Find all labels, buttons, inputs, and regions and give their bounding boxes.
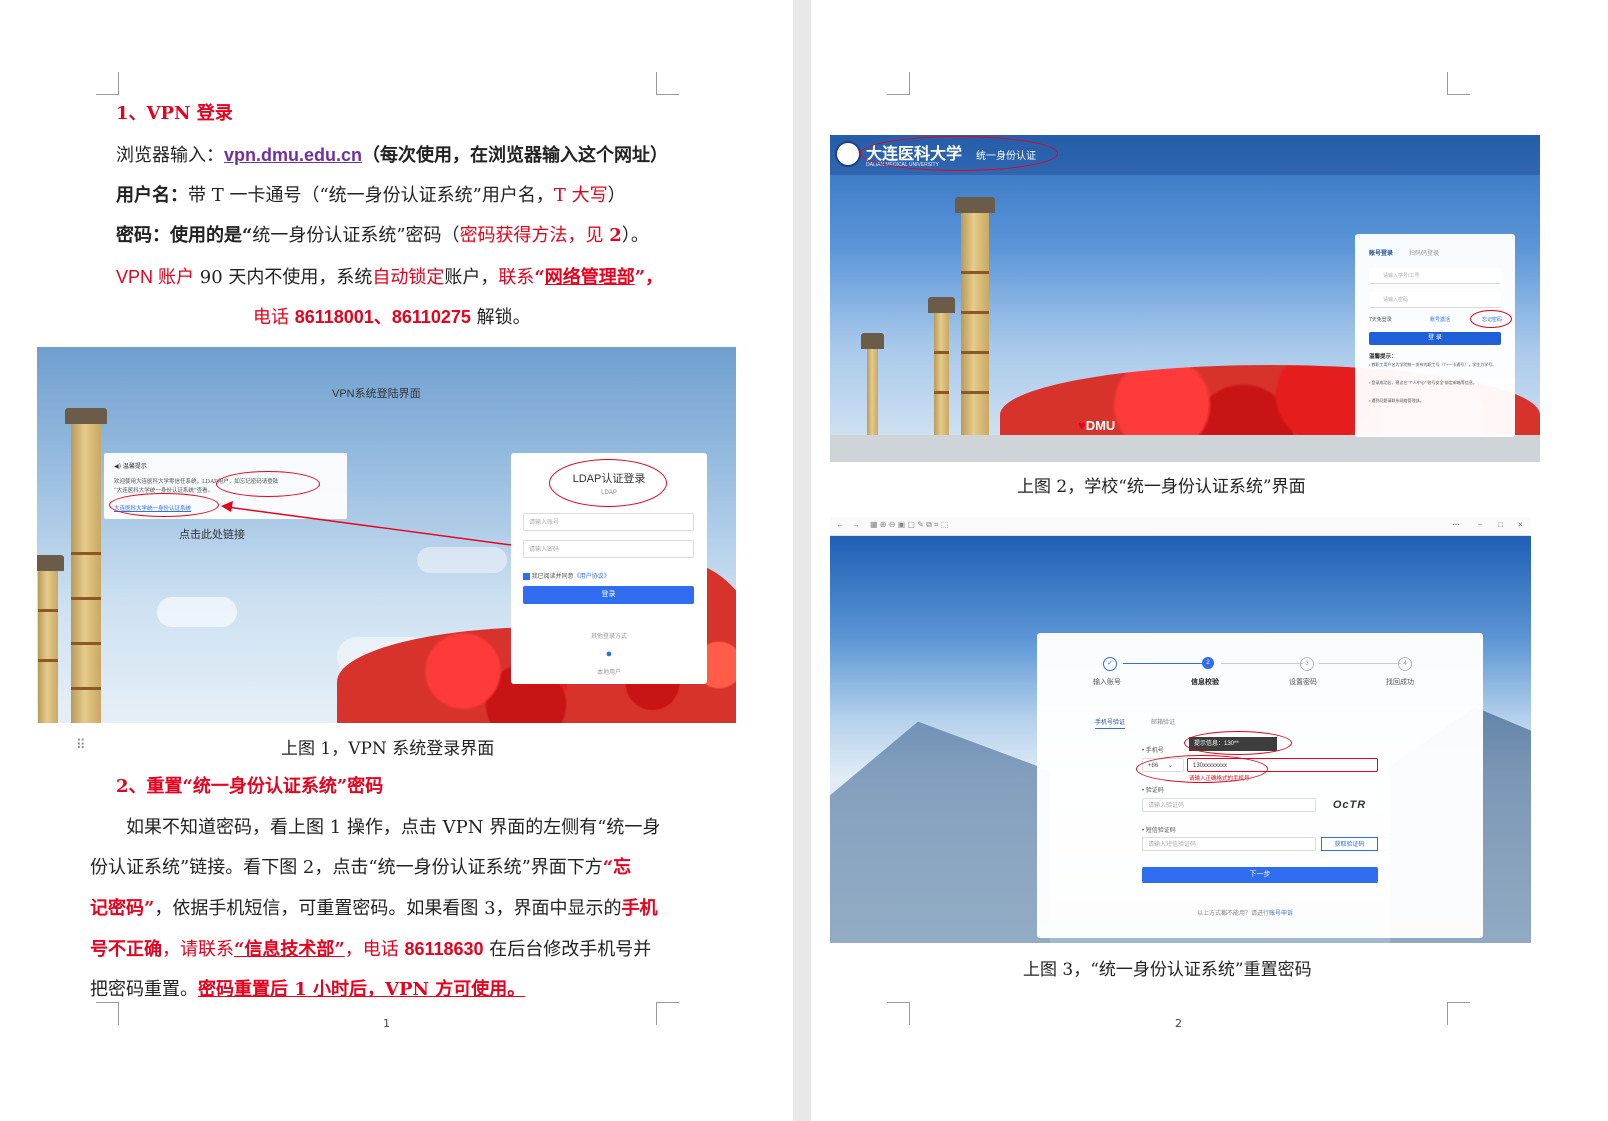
- more-icon[interactable]: ⋯: [1452, 520, 1460, 529]
- close-icon[interactable]: ×: [1518, 520, 1523, 529]
- tips-title: 温馨提示：: [1369, 354, 1397, 360]
- remember-me-checkbox[interactable]: 7天免登录: [1369, 316, 1392, 323]
- line-account-lock: VPN 账户 90 天内不使用，系统自动锁定账户，联系“网络管理部”，: [116, 267, 664, 288]
- local-account-label: 本地用户: [596, 670, 621, 676]
- pillar: [861, 333, 884, 441]
- appeal-footer: 以上方式都不能用？请进行账号申诉: [1197, 911, 1294, 917]
- university-logo-icon: [835, 141, 861, 167]
- figure-2-sso-screenshot: 大连医科大学 DALIAN MEDICAL UNIVERSITY 统一身份认证 …: [830, 135, 1540, 462]
- step-4-indicator: 4: [1398, 657, 1412, 671]
- line-unlock-phone: 电话 86118001、86110275 解锁。: [253, 307, 531, 328]
- activate-account-link[interactable]: 账号激活: [1430, 316, 1450, 323]
- section-2-title: 2、重置“统一身份认证系统”密码: [116, 776, 384, 797]
- next-step-button[interactable]: 下一步: [1142, 867, 1378, 883]
- crop-mark: [1447, 1002, 1470, 1025]
- other-methods-label: 其他登录方式: [590, 634, 627, 640]
- step-2-label: 信息校验: [1191, 679, 1219, 686]
- phone-label: • 手机号: [1142, 748, 1164, 754]
- step-1-check-icon: ✓: [1103, 657, 1117, 671]
- figure-3-reset-screenshot: ← → ▦ ⊕ ⊖ ▣ ▢ ✎ ⧉ ⌗ ⬚ ⋯ – □ × ✓ 2 3 4 输入…: [830, 517, 1531, 943]
- page-gap: [793, 0, 811, 1121]
- minimize-icon[interactable]: –: [1478, 520, 1482, 529]
- crop-mark: [887, 72, 910, 95]
- username-input[interactable]: 请输入学号/工号: [1369, 268, 1501, 284]
- toolbar-tools-icon[interactable]: ▦ ⊕ ⊖ ▣ ▢ ✎ ⧉ ⌗ ⬚: [870, 520, 948, 530]
- back-icon[interactable]: ←: [836, 520, 844, 529]
- annotation-circle: [1470, 310, 1512, 328]
- page-number: 2: [1175, 1017, 1182, 1030]
- account-appeal-link[interactable]: 账号申诉: [1269, 911, 1293, 917]
- dmu-sign: ♥DMU: [1078, 418, 1116, 433]
- captcha-input[interactable]: 请输入验证码: [1142, 798, 1316, 812]
- figure-1-caption: 上图 1，VPN 系统登录界面: [281, 739, 495, 759]
- section-1-title: 1、VPN 登录: [116, 103, 233, 124]
- step-1-label: 输入账号: [1093, 679, 1121, 686]
- tip-3: • 遇到问题请联系网络管理部。: [1369, 398, 1424, 403]
- agreement-row: 我已阅读并同意《用户协议》: [523, 571, 610, 580]
- figure-1-vpn-login-screenshot: VPN系统登陆界面 ◀) 温馨提示 欢迎使用大连医科大学零信任系统，LDAP用户…: [37, 347, 736, 723]
- reset-password-card: ✓ 2 3 4 输入账号 信息校验 设置密码 找回成功 手机号验证 邮箱验证 •…: [1037, 633, 1483, 938]
- drag-handle-icon[interactable]: ⠿: [76, 737, 86, 753]
- sms-code-label: • 短信验证码: [1142, 828, 1176, 834]
- crop-mark: [656, 1002, 679, 1025]
- pillar: [928, 297, 955, 441]
- tip-2: • 登录成功后，建议在“个人中心”“账号安全”绑定邮箱等信息。: [1369, 380, 1477, 385]
- crop-mark: [96, 72, 119, 95]
- body-line-1: 如果不知道密码，看上图 1 操作，点击 VPN 界面的左侧有“统一身: [126, 817, 661, 838]
- sso-login-button[interactable]: 登 录: [1369, 332, 1501, 345]
- tab-scan-login[interactable]: 扫码码登录: [1409, 248, 1439, 257]
- tab-account-login[interactable]: 账号登录: [1369, 248, 1393, 257]
- line-password: 密码：使用的是“统一身份认证系统”密码（密码获得方法，见 2）。: [116, 225, 649, 246]
- crop-mark: [96, 1002, 119, 1025]
- crop-mark: [656, 72, 679, 95]
- body-line-4: 号不正确，请联系“信息技术部”，电话 86118630 在后台修改手机号并: [90, 939, 652, 960]
- user-agreement-link[interactable]: 《用户协议》: [574, 574, 610, 580]
- captcha-label: • 验证码: [1142, 788, 1164, 794]
- crop-mark: [887, 1002, 910, 1025]
- account-input[interactable]: 请输入账号: [523, 513, 694, 531]
- forward-icon[interactable]: →: [852, 520, 860, 529]
- vpn-url-link[interactable]: vpn.dmu.edu.cn: [224, 145, 362, 165]
- body-line-2: 份认证系统”链接。看下图 2，点击“统一身份认证系统”界面下方“忘: [90, 857, 632, 878]
- tab-email-verify[interactable]: 邮箱验证: [1151, 717, 1175, 726]
- annotation-circle: [549, 459, 667, 507]
- password-input[interactable]: 请输入密码: [523, 540, 694, 558]
- sms-code-input[interactable]: 请输入短信验证码: [1142, 837, 1316, 851]
- document-page-2: 大连医科大学 DALIAN MEDICAL UNIVERSITY 统一身份认证 …: [811, 0, 1608, 1121]
- line-username: 用户名：带 T 一卡通号（“统一身份认证系统”用户名，T 大写）: [116, 185, 626, 206]
- browser-toolbar: ← → ▦ ⊕ ⊖ ▣ ▢ ✎ ⧉ ⌗ ⬚ ⋯ – □ ×: [830, 517, 1531, 536]
- page-number: 1: [383, 1017, 390, 1030]
- crop-mark: [1447, 72, 1470, 95]
- step-3-indicator: 3: [1300, 657, 1314, 671]
- ldap-login-card: LDAP认证登录 LDAP 请输入账号 请输入密码 我已阅读并同意《用户协议》 …: [511, 453, 707, 684]
- annotation-circle: [860, 136, 1058, 171]
- captcha-image[interactable]: OcTR: [1321, 797, 1378, 813]
- tab-phone-verify[interactable]: 手机号验证: [1095, 717, 1126, 729]
- body-line-3: 记密码”，依据手机短信，可重置密码。如果看图 3，界面中显示的手机: [90, 898, 658, 919]
- user-icon[interactable]: ●: [603, 648, 615, 660]
- login-button[interactable]: 登录: [523, 586, 694, 604]
- click-hint-label: 点击此处链接: [179, 529, 245, 541]
- password-input[interactable]: 请输入密码: [1369, 292, 1501, 308]
- pillar: [955, 197, 995, 441]
- get-sms-code-button[interactable]: 获取验证码: [1321, 837, 1378, 851]
- figure-3-caption: 上图 3，“统一身份认证系统”重置密码: [1023, 960, 1312, 980]
- step-2-indicator: 2: [1202, 657, 1214, 669]
- line-browser-input: 浏览器输入：vpn.dmu.edu.cn（每次使用，在浏览器输入这个网址）: [116, 145, 669, 166]
- step-3-label: 设置密码: [1289, 679, 1317, 686]
- figure-2-caption: 上图 2，学校“统一身份认证系统”界面: [1017, 477, 1306, 497]
- agree-checkbox[interactable]: [523, 572, 530, 580]
- step-4-label: 找回成功: [1386, 679, 1414, 686]
- annotation-circle: [1184, 731, 1292, 755]
- tip-1: • 教职工用户名为学院统一发布的职工号（T+一卡通号），学生为学号。: [1369, 362, 1497, 367]
- heart-icon: ♥: [1078, 418, 1086, 433]
- body-line-5: 把密码重置。密码重置后 1 小时后，VPN 方可使用。: [90, 979, 526, 1000]
- document-page-1: 1、VPN 登录 浏览器输入：vpn.dmu.edu.cn（每次使用，在浏览器输…: [0, 0, 793, 1121]
- sso-login-card: 账号登录 扫码码登录 请输入学号/工号 请输入密码 7天免登录 账号激活 忘记密…: [1355, 234, 1515, 437]
- maximize-icon[interactable]: □: [1498, 520, 1503, 529]
- annotation-circle: [1136, 755, 1268, 783]
